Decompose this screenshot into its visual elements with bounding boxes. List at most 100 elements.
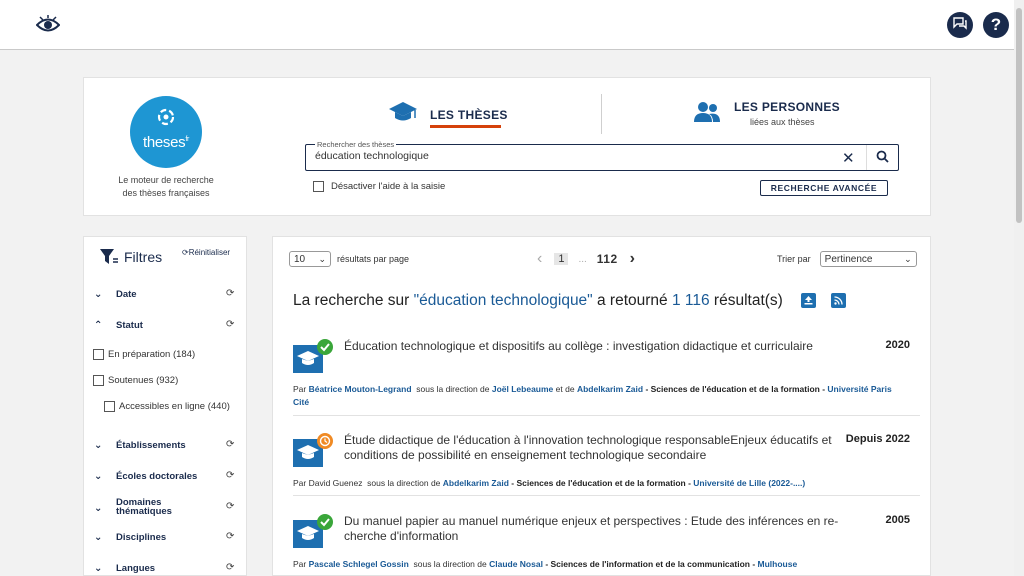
meta-discipline: - Sciences de l'information et de la com… (542, 559, 758, 569)
page-scrollbar[interactable] (1014, 0, 1024, 576)
filter-date-label: Date (116, 289, 137, 300)
result-separator (293, 415, 920, 416)
reset-filters-label: Réinitialiser (188, 248, 231, 257)
filter-etablissements[interactable]: ⌄ Établissements ⟳ (94, 438, 239, 458)
filter-domaines-thematiques[interactable]: ⌄ Domaines thématiques ⟳ (94, 495, 239, 521)
filter-statut-label: Statut (116, 320, 143, 331)
director-link[interactable]: Abdelkarim Zaid (577, 384, 643, 394)
chevron-down-icon: ⌄ (318, 253, 326, 264)
director-link[interactable]: Claude Nosal (489, 559, 543, 569)
filter-ecoles-label: Écoles doctorales (116, 471, 198, 482)
result-year: 2020 (885, 339, 910, 351)
theses-fr-logo[interactable]: thesesfr (130, 96, 202, 168)
chevron-down-icon: ⌄ (94, 289, 103, 300)
refresh-icon[interactable]: ⟳ (226, 288, 234, 299)
director-link[interactable]: Abdelkarim Zaid (443, 478, 509, 488)
clear-icon[interactable]: ✕ (842, 149, 855, 167)
eye-logo-icon[interactable] (35, 14, 61, 41)
search-input[interactable] (315, 150, 815, 162)
summary-count: 1 116 (671, 292, 710, 309)
refresh-icon[interactable]: ⟳ (226, 562, 234, 573)
filter-option-soutenues[interactable]: Soutenues (932) (93, 375, 178, 386)
checkbox[interactable] (104, 401, 115, 412)
assist-checkbox[interactable] (313, 181, 324, 192)
meta-by: Par (293, 384, 309, 394)
result-title[interactable]: Du manuel papier au manuel numérique enj… (344, 514, 839, 544)
search-card: thesesfr Le moteur de recherche des thès… (83, 77, 931, 216)
per-page-select[interactable]: 10 ⌄ (289, 251, 331, 267)
filter-statut[interactable]: ⌃ Statut ⟳ (94, 318, 239, 338)
search-divider (866, 145, 867, 170)
assist-toggle[interactable]: Désactiver l'aide à la saisie (313, 181, 445, 192)
rss-button[interactable] (831, 293, 846, 308)
sort-select[interactable]: Pertinence ⌄ (819, 251, 917, 267)
summary-middle: a retourné (592, 292, 672, 309)
result-title[interactable]: Éducation technologique et dispositifs a… (344, 339, 839, 354)
people-icon (692, 102, 722, 128)
graduation-cap-icon (388, 102, 418, 128)
meta-and: et de (553, 384, 577, 394)
search-field: Rechercher des thèses ✕ (305, 140, 899, 171)
results-summary: La recherche sur "éducation technologiqu… (293, 292, 783, 310)
brand-subtitle-line2: des thèses françaises (122, 188, 210, 198)
filters-panel: Filtres ⟳Réinitialiser ⌄ Date ⟳ ⌃ Statut… (83, 236, 247, 576)
checkbox[interactable] (93, 349, 104, 360)
director-link[interactable]: Joël Lebeaume (492, 384, 553, 394)
filter-langues-label: Langues (116, 563, 156, 574)
chat-button[interactable] (947, 12, 973, 38)
chevron-down-icon: ⌄ (94, 471, 103, 482)
filter-domaines-line2: thématiques (116, 506, 172, 517)
meta-discipline: - Sciences de l'éducation et de la forma… (643, 384, 828, 394)
assist-label: Désactiver l'aide à la saisie (331, 181, 446, 192)
brand-subtitle-line1: Le moteur de recherche (118, 175, 214, 185)
reset-filters-button[interactable]: ⟳Réinitialiser (182, 248, 230, 257)
search-icon[interactable] (876, 150, 889, 168)
filter-langues[interactable]: ⌄ Langues ⟳ (94, 561, 239, 576)
refresh-icon[interactable]: ⟳ (226, 319, 234, 330)
institution-link[interactable]: Université de Lille (2022-....) (693, 478, 805, 488)
filters-header: Filtres (100, 249, 162, 265)
next-page-button[interactable]: › (630, 250, 635, 268)
sort-label: Trier par (777, 254, 811, 264)
result-title[interactable]: Étude didactique de l'éducation à l'inno… (344, 433, 839, 463)
checkbox[interactable] (93, 375, 104, 386)
filter-option-en-preparation[interactable]: En préparation (184) (93, 349, 195, 360)
last-page-button[interactable]: 112 (597, 252, 618, 266)
help-icon: ? (990, 15, 1002, 34)
export-button[interactable] (801, 293, 816, 308)
filter-etablissements-label: Établissements (116, 440, 186, 451)
meta-direction: sous la direction de (408, 559, 490, 569)
refresh-icon[interactable]: ⟳ (226, 531, 234, 542)
chevron-down-icon: ⌄ (94, 440, 103, 451)
refresh-icon[interactable]: ⟳ (226, 501, 234, 512)
tab-active-underline (430, 125, 501, 128)
advanced-search-button[interactable]: RECHERCHE AVANCÉE (760, 180, 888, 196)
result-meta: Par Béatrice Mouton-Legrand sous la dire… (293, 383, 893, 409)
filter-option-accessibles[interactable]: Accessibles en ligne (440) (104, 401, 230, 412)
meta-direction: sous la direction de (362, 478, 443, 488)
per-page-label: résultats par page (337, 254, 410, 264)
sort-control: Trier par Pertinence ⌄ (777, 251, 917, 267)
filter-date[interactable]: ⌄ Date ⟳ (94, 287, 239, 307)
help-button[interactable]: ? (983, 12, 1009, 38)
option-label: Soutenues (932) (108, 375, 179, 386)
prev-page-button[interactable]: ‹ (537, 250, 542, 268)
scrollbar-thumb[interactable] (1016, 8, 1022, 223)
page-1-button[interactable]: 1 (554, 253, 569, 265)
summary-prefix: La recherche sur (293, 292, 414, 309)
refresh-icon[interactable]: ⟳ (226, 470, 234, 481)
author-link[interactable]: Béatrice Mouton-Legrand (309, 384, 412, 394)
tab-personnes[interactable]: LES PERSONNES liées aux thèses (692, 100, 840, 129)
filter-disciplines[interactable]: ⌄ Disciplines ⟳ (94, 530, 239, 550)
option-label: En préparation (184) (108, 349, 196, 360)
refresh-icon[interactable]: ⟳ (226, 439, 234, 450)
result-separator (293, 495, 920, 496)
chevron-down-icon: ⌄ (94, 503, 103, 514)
institution-link[interactable]: Mulhouse (758, 559, 798, 569)
tab-theses[interactable]: LES THÈSES (388, 100, 507, 129)
tab-divider (601, 94, 602, 134)
thesis-status-icon (293, 339, 335, 378)
refresh-icon: ⟳ (182, 248, 189, 257)
filter-ecoles-doctorales[interactable]: ⌄ Écoles doctorales ⟳ (94, 469, 239, 489)
author-link[interactable]: Pascale Schlegel Gossin (309, 559, 409, 569)
